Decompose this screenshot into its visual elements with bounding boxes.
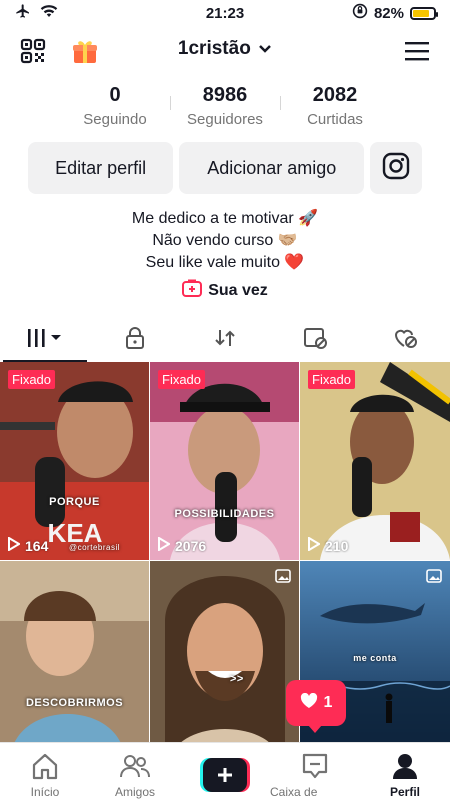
likes-notification[interactable]: 1: [286, 680, 346, 733]
battery-percent: 82%: [373, 4, 404, 22]
video-thumbnail[interactable]: Fixado POSSIBILIDADES 2076: [150, 362, 299, 560]
video-thumbnail-image: KEA: [0, 362, 149, 560]
nav-inbox[interactable]: Caixa de entrada: [270, 743, 360, 800]
status-bar: 21:23 82%: [0, 0, 450, 26]
video-thumbnail[interactable]: Fixado 210: [300, 362, 450, 560]
pinned-badge: Fixado: [308, 370, 356, 389]
followers-count: 8986: [202, 84, 248, 106]
view-count-value: 210: [325, 537, 349, 554]
view-count-value: 164: [25, 537, 49, 554]
chevron-down-icon: [258, 38, 272, 60]
instagram-icon: [382, 152, 410, 185]
video-thumbnail[interactable]: DESCOBRIRMOS: [0, 561, 149, 759]
friends-icon: [119, 752, 151, 783]
nav-create[interactable]: [180, 743, 270, 800]
nav-friends-label: Amigos: [114, 785, 155, 799]
video-thumbnail-image: [0, 561, 149, 759]
nav-friends[interactable]: Amigos: [90, 743, 180, 800]
video-grid: KEA Fixado PORQUE @cortebrasil 164 Fixad…: [0, 362, 450, 759]
menu-icon[interactable]: [404, 40, 430, 62]
profile-icon: [390, 752, 420, 783]
airplane-icon: [14, 3, 32, 23]
bottom-nav: Início Amigos Caixa de entrada Perfil: [0, 742, 450, 800]
view-count: 2076: [158, 536, 207, 554]
tab-liked[interactable]: [360, 320, 450, 360]
likes-notification-count: 1: [323, 694, 333, 711]
nav-profile-label: Perfil: [389, 785, 420, 799]
video-thumbnail-image: [150, 362, 299, 560]
create-button: [200, 758, 250, 792]
video-caption: me conta: [353, 653, 397, 663]
video-thumbnail[interactable]: KEA Fixado PORQUE @cortebrasil 164: [0, 362, 149, 560]
bookmark-hidden-icon: [302, 326, 328, 355]
photo-icon: [275, 569, 291, 583]
video-thumbnail[interactable]: me conta: [300, 561, 450, 759]
profile-tabs: [0, 320, 450, 360]
following-label: Seguindo: [83, 111, 147, 128]
profile-stats: 0 Seguindo 8986 Seguidores 2082 Curtidas: [0, 84, 450, 128]
heart-hidden-icon: [392, 326, 418, 355]
tab-private[interactable]: [90, 320, 180, 360]
lock-icon: [124, 326, 146, 355]
bio-line: Seu like vale muito ❤️: [145, 254, 305, 271]
tab-videos[interactable]: [0, 320, 90, 360]
video-thumbnail-image: [150, 561, 299, 759]
likes-count: 2082: [312, 84, 358, 106]
following-stat[interactable]: 0 Seguindo: [60, 84, 171, 128]
play-icon: [8, 536, 21, 554]
grid-icon: [25, 327, 65, 354]
likes-stat[interactable]: 2082 Curtidas: [280, 84, 390, 128]
clock: 21:23: [205, 4, 245, 22]
nav-home-label: Início: [30, 785, 60, 799]
bio-line: Não vendo curso 🤝🏼: [152, 232, 298, 249]
tab-favorites[interactable]: [270, 320, 360, 360]
following-count: 0: [109, 84, 121, 106]
video-thumbnail-image: [300, 362, 450, 560]
add-yours-link[interactable]: Sua vez: [0, 279, 450, 302]
add-yours-label: Sua vez: [208, 281, 268, 299]
battery-icon: [410, 6, 438, 20]
play-icon: [308, 536, 321, 554]
repost-icon: [213, 326, 237, 355]
heart-icon: [300, 692, 318, 714]
view-count: 210: [308, 536, 349, 554]
edit-profile-button[interactable]: Editar perfil: [28, 142, 174, 194]
nav-profile[interactable]: Perfil: [360, 743, 450, 800]
likes-label: Curtidas: [307, 111, 363, 128]
add-friend-button[interactable]: Adicionar amigo: [179, 142, 365, 194]
wifi-icon: [40, 4, 58, 22]
view-count: 164: [8, 536, 49, 554]
profile-actions: Editar perfil Adicionar amigo: [28, 142, 422, 194]
home-icon: [30, 752, 60, 783]
video-caption: DESCOBRIRMOS: [25, 697, 124, 709]
pinned-badge: Fixado: [158, 370, 206, 389]
video-caption: >>: [230, 673, 244, 685]
tab-reposts[interactable]: [180, 320, 270, 360]
followers-stat[interactable]: 8986 Seguidores: [170, 84, 281, 128]
bio-line: Me dedico a te motivar 🚀: [131, 210, 319, 227]
photo-icon: [426, 569, 442, 583]
inbox-icon: [300, 752, 330, 783]
username-switcher[interactable]: 1cristão: [0, 38, 450, 60]
video-thumbnail[interactable]: >>: [150, 561, 299, 759]
nav-home[interactable]: Início: [0, 743, 90, 800]
bio: Me dedico a te motivar 🚀 Não vendo curso…: [0, 208, 450, 274]
orientation-lock-icon: [352, 3, 368, 23]
video-caption: PORQUE: [49, 496, 100, 508]
play-icon: [158, 536, 171, 554]
profile-header: 1cristão: [0, 30, 450, 72]
username: 1cristão: [177, 38, 251, 60]
pinned-badge: Fixado: [8, 370, 56, 389]
view-count-value: 2076: [175, 537, 207, 554]
followers-label: Seguidores: [187, 111, 263, 128]
video-caption: POSSIBILIDADES: [174, 508, 275, 520]
watermark: @cortebrasil: [68, 543, 121, 552]
add-yours-icon: [182, 279, 203, 302]
nav-inbox-label: Caixa de entrada: [270, 785, 318, 800]
instagram-button[interactable]: [370, 142, 422, 194]
